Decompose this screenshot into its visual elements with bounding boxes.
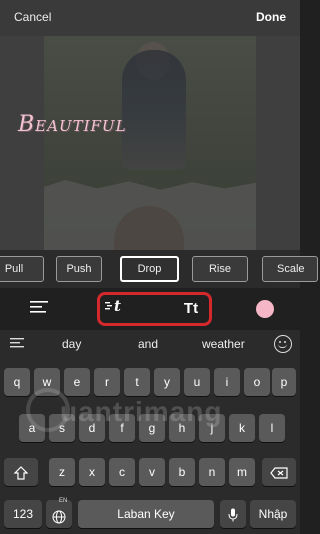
space-key[interactable]: Laban Key [78,500,214,528]
key-p[interactable]: p [272,368,296,396]
key-o[interactable]: o [244,368,270,396]
key-i[interactable]: i [214,368,240,396]
mic-key[interactable] [220,500,246,528]
svg-text:t: t [114,297,121,314]
animation-option-pull[interactable]: Pull [0,256,44,282]
photo-subject [122,50,186,170]
key-b[interactable]: b [169,458,195,486]
key-g[interactable]: g [139,414,165,442]
key-l[interactable]: l [259,414,285,442]
key-r[interactable]: r [94,368,120,396]
globe-key[interactable] [46,500,72,528]
key-z[interactable]: z [49,458,75,486]
emoji-icon[interactable] [274,335,292,353]
animation-options-bar: Pull Push Drop Rise Scale [0,250,318,288]
text-tools-bar: t Tt [0,288,300,330]
keyboard: day and weather q w e r t y u i o p a s … [0,330,300,534]
done-button[interactable]: Done [256,10,286,24]
key-x[interactable]: x [79,458,105,486]
backspace-key[interactable] [262,458,296,486]
key-f[interactable]: f [109,414,135,442]
key-d[interactable]: d [79,414,105,442]
key-t[interactable]: t [124,368,150,396]
key-n[interactable]: n [199,458,225,486]
background-photo [44,36,256,250]
key-m[interactable]: m [229,458,255,486]
key-e[interactable]: e [64,368,90,396]
keyboard-menu-icon[interactable] [6,334,28,356]
enter-key[interactable]: Nhập [250,500,296,528]
animation-option-drop[interactable]: Drop [120,256,179,282]
watermark-logo-icon [26,388,70,432]
animation-option-rise[interactable]: Rise [192,256,248,282]
animation-option-push[interactable]: Push [56,256,102,282]
color-swatch-button[interactable] [256,300,274,318]
key-y[interactable]: y [154,368,180,396]
key-h[interactable]: h [169,414,195,442]
suggestion-word[interactable]: and [138,337,158,351]
cancel-button[interactable]: Cancel [14,10,51,24]
key-k[interactable]: k [229,414,255,442]
numbers-key[interactable]: 123 [4,500,42,528]
suggestion-word[interactable]: weather [202,337,245,351]
font-size-button[interactable]: Tt [178,296,204,322]
top-bar: Cancel Done [0,0,300,36]
text-overlay[interactable]: Beautiful [18,112,127,137]
key-j[interactable]: j [199,414,225,442]
suggestion-word[interactable]: day [62,337,81,351]
animation-option-scale[interactable]: Scale [262,256,318,282]
shift-key[interactable] [4,458,38,486]
key-u[interactable]: u [184,368,210,396]
photo-canvas: Beautiful [0,36,300,250]
align-left-icon[interactable] [28,296,50,322]
key-v[interactable]: v [139,458,165,486]
suggestion-bar: day and weather [0,330,300,360]
key-c[interactable]: c [109,458,135,486]
text-animation-icon[interactable]: t [104,296,130,322]
key-q[interactable]: q [4,368,30,396]
language-label: EN [59,498,68,504]
